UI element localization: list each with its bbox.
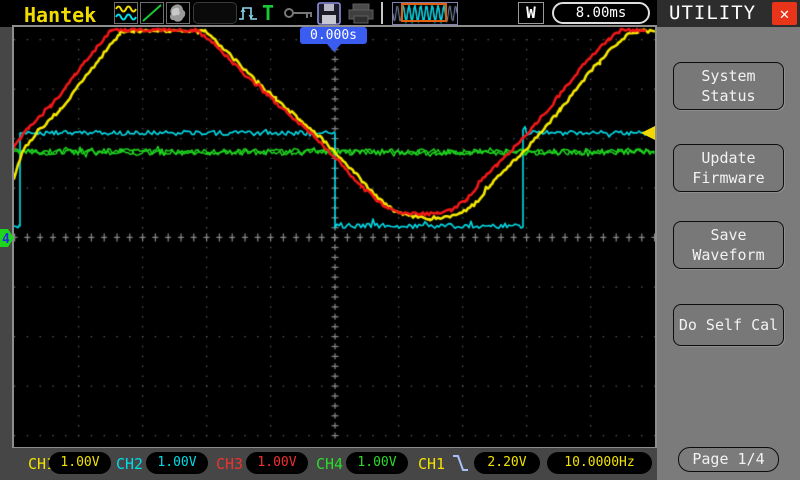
measure-line-icon	[142, 4, 162, 22]
trigger-t-icon[interactable]: T	[262, 1, 274, 25]
timebase-readout: 8.00ms	[552, 2, 650, 24]
save-icon[interactable]	[317, 2, 342, 25]
channel-status-bar: CH1 1.00V CH2 1.00V CH3 1.00V CH4 1.00V …	[0, 448, 657, 480]
trigger-slope-falling-icon	[453, 455, 468, 471]
channel4-ground-marker[interactable]: 4	[0, 229, 14, 247]
trigger-position-pointer-icon	[327, 44, 341, 52]
ch2-scale-readout: 1.00V	[146, 452, 208, 474]
toolbar-separator	[381, 2, 383, 24]
waveform-preview[interactable]	[392, 2, 458, 25]
trigger-level-readout: 2.20V	[474, 452, 540, 474]
page-indicator-button[interactable]: Page 1/4	[678, 447, 779, 472]
hand-icon	[170, 4, 186, 22]
utility-menu-title: UTILITY	[669, 2, 757, 24]
channels-button[interactable]	[114, 2, 138, 24]
ch2-label: CH2	[116, 455, 144, 473]
hand-button[interactable]	[166, 2, 190, 24]
scope-canvas	[14, 27, 655, 447]
key-icon[interactable]	[284, 7, 316, 20]
oscilloscope-screen: Hantek T W 8.00ms 0.000s 4 CH1 1.00V CH2…	[0, 0, 800, 480]
ch1-scale-readout: 1.00V	[49, 452, 111, 474]
system-status-button[interactable]: System Status	[673, 62, 784, 110]
trigger-level-arrow-icon[interactable]	[641, 126, 655, 140]
ch3-label: CH3	[216, 455, 244, 473]
ch3-scale-readout: 1.00V	[246, 452, 308, 474]
trigger-position-tag[interactable]: 0.000s	[300, 27, 367, 44]
ch4-label: CH4	[316, 455, 344, 473]
print-icon[interactable]	[348, 3, 374, 24]
utility-menu-panel: UTILITY ✕ System Status Update Firmware …	[657, 0, 800, 480]
measure-button[interactable]	[140, 2, 164, 24]
scope-display	[12, 25, 657, 449]
window-mode-indicator: W	[518, 2, 544, 24]
hantek-logo: Hantek	[24, 3, 97, 27]
update-firmware-button[interactable]: Update Firmware	[673, 144, 784, 192]
trigger-frequency-readout: 10.0000Hz	[547, 452, 652, 474]
save-waveform-button[interactable]: Save Waveform	[673, 221, 784, 269]
top-toolbar: Hantek T W 8.00ms	[0, 0, 657, 27]
svg-text:4: 4	[2, 232, 10, 247]
preview-window-handle[interactable]	[401, 3, 447, 22]
channel-waveforms-icon	[115, 5, 137, 21]
pulse-trigger-icon[interactable]	[238, 3, 260, 23]
close-menu-button[interactable]: ✕	[772, 2, 797, 25]
ch4-scale-readout: 1.00V	[346, 452, 408, 474]
do-self-cal-button[interactable]: Do Self Cal	[673, 304, 784, 346]
empty-slot	[193, 2, 237, 24]
utility-menu-header: UTILITY ✕	[657, 0, 800, 27]
trigger-source-label: CH1	[418, 455, 446, 473]
